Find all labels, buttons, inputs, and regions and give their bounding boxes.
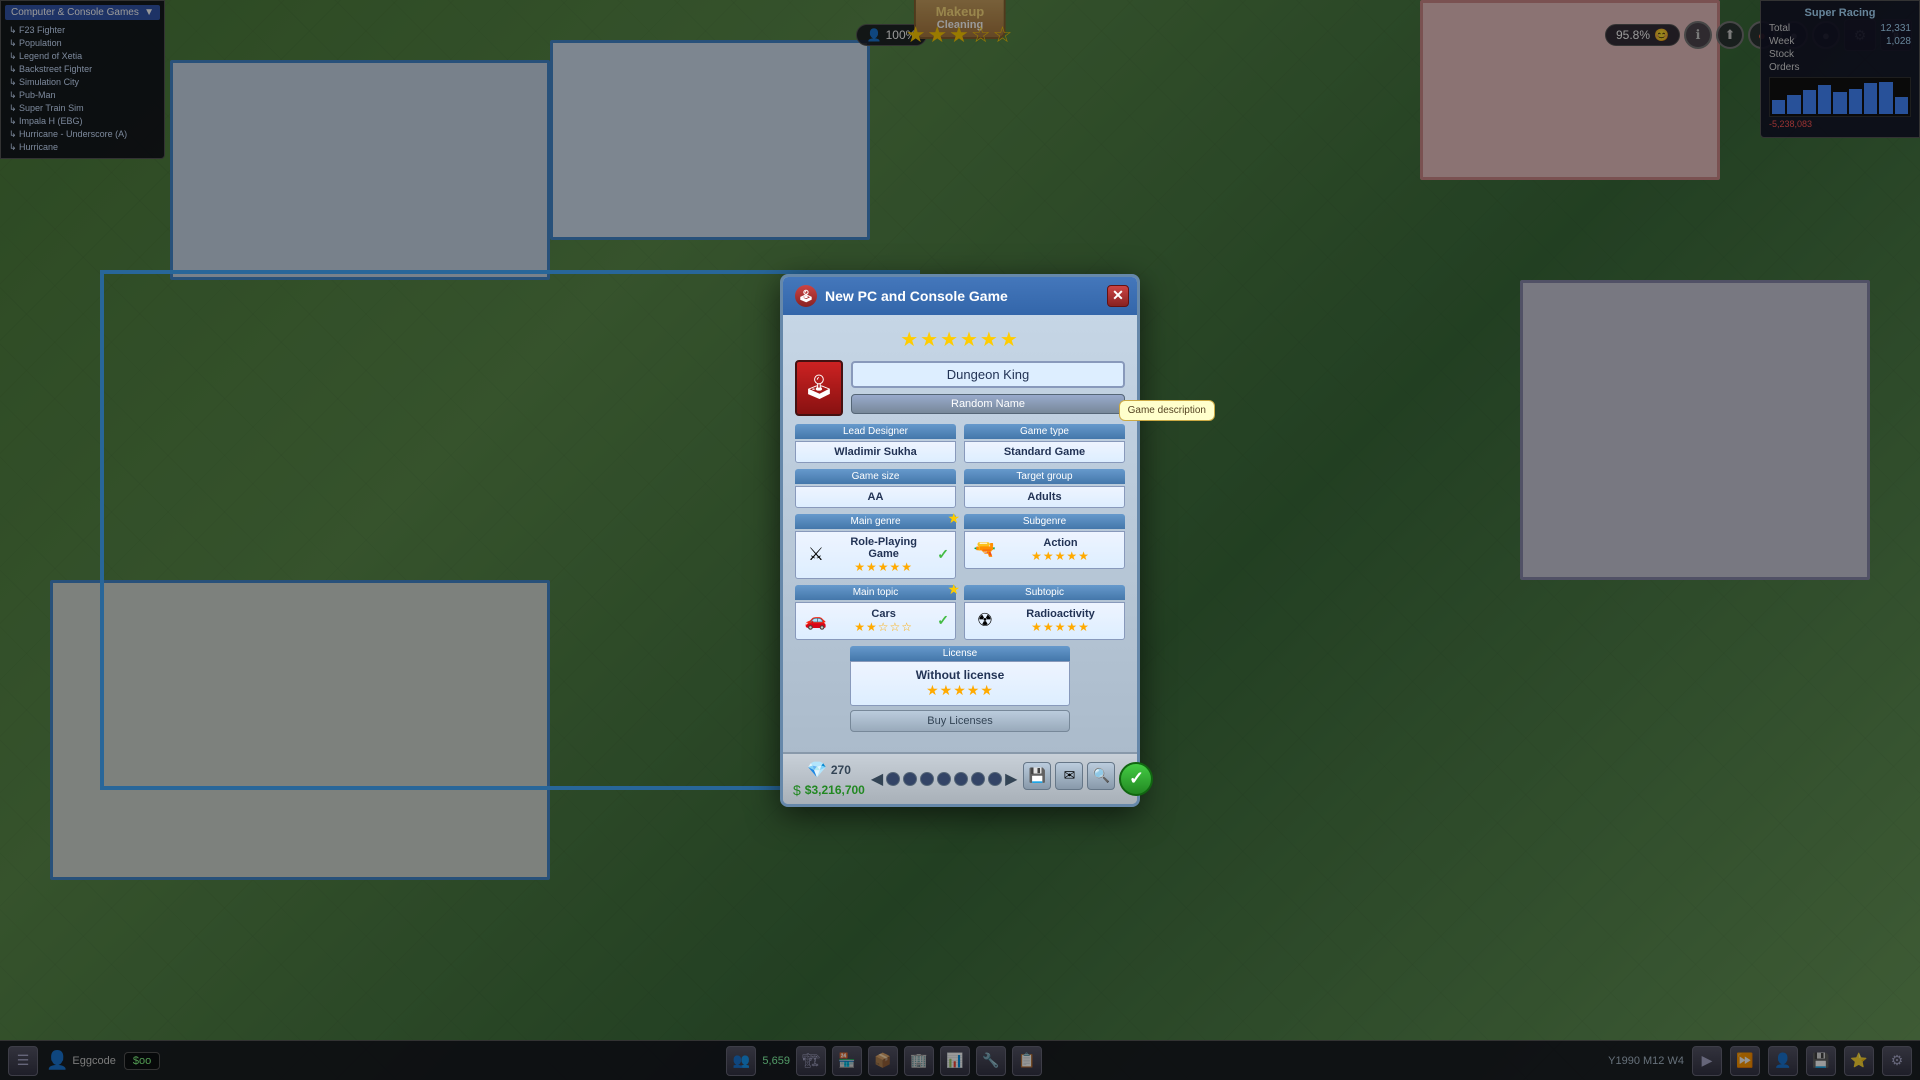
main-topic-label: Main topic ★ bbox=[795, 585, 956, 600]
main-topic-field: Main topic ★ 🚗 Cars ★★☆☆☆ ✓ bbox=[795, 585, 956, 640]
step-dot-5[interactable] bbox=[954, 772, 968, 786]
subgenre-label: Subgenre bbox=[964, 514, 1125, 529]
game-size-value[interactable]: AA bbox=[795, 486, 956, 508]
modal-header-icon: 🕹 bbox=[795, 285, 817, 307]
lead-designer-value[interactable]: Wladimir Sukha bbox=[795, 441, 956, 463]
topic-star-icon: ★ bbox=[947, 581, 960, 598]
target-group-field: Target group Adults bbox=[964, 469, 1125, 508]
subtopic-label: Subtopic bbox=[964, 585, 1125, 600]
name-column: Random Name bbox=[851, 361, 1125, 414]
cars-icon: 🚗 bbox=[802, 607, 830, 635]
topic-text: Cars ★★☆☆☆ bbox=[834, 608, 933, 634]
footer-stats: 💎 270 $ $3,216,700 bbox=[793, 760, 865, 798]
game-type-label: Game type bbox=[964, 424, 1125, 439]
genre-text: Role-Playing Game ★★★★★ bbox=[834, 536, 933, 574]
main-genre-field: Main genre ★ ⚔ Role-Playing Game ★★★★★ ✓ bbox=[795, 514, 956, 579]
points-icon: 💎 bbox=[807, 760, 827, 780]
mail-action-btn[interactable]: ✉ bbox=[1055, 762, 1083, 790]
rpg-icon: ⚔ bbox=[802, 541, 830, 569]
confirm-button[interactable]: ✓ bbox=[1119, 762, 1153, 796]
subtopic-value[interactable]: ☢ Radioactivity ★★★★★ bbox=[964, 602, 1125, 640]
lead-designer-field: Lead Designer Wladimir Sukha bbox=[795, 424, 956, 463]
subgenre-value[interactable]: 🔫 Action ★★★★★ bbox=[964, 531, 1125, 569]
subgenre-field: Subgenre 🔫 Action ★★★★★ bbox=[964, 514, 1125, 579]
lead-designer-label: Lead Designer bbox=[795, 424, 956, 439]
size-target-row: Game size AA Target group Adults bbox=[795, 469, 1125, 508]
radioactivity-icon: ☢ bbox=[971, 607, 999, 635]
nav-prev-arrow[interactable]: ◀ bbox=[871, 769, 883, 789]
random-name-button[interactable]: Random Name bbox=[851, 394, 1125, 414]
name-row: 🕹 Random Name Game description bbox=[795, 360, 1125, 416]
subtopic-field: Subtopic ☢ Radioactivity ★★★★★ bbox=[964, 585, 1125, 640]
main-genre-label: Main genre ★ bbox=[795, 514, 956, 529]
game-size-label: Game size bbox=[795, 469, 956, 484]
save-action-btn[interactable]: 💾 bbox=[1023, 762, 1051, 790]
step-dot-6[interactable] bbox=[971, 772, 985, 786]
modal-footer: 💎 270 $ $3,216,700 ◀ ▶ bbox=[783, 752, 1137, 804]
modal-stars: ★★★★★★ bbox=[795, 327, 1125, 352]
buy-licenses-button[interactable]: Buy Licenses bbox=[850, 710, 1070, 732]
license-section: License Without license ★★★★★ Buy Licens… bbox=[795, 646, 1125, 740]
main-topic-value[interactable]: 🚗 Cars ★★☆☆☆ ✓ bbox=[795, 602, 956, 640]
money-icon: $ bbox=[793, 782, 801, 798]
genre-check-icon: ✓ bbox=[937, 546, 949, 563]
step-dot-7[interactable] bbox=[988, 772, 1002, 786]
modal-title: New PC and Console Game bbox=[825, 288, 1008, 304]
target-group-value[interactable]: Adults bbox=[964, 486, 1125, 508]
main-genre-value[interactable]: ⚔ Role-Playing Game ★★★★★ ✓ bbox=[795, 531, 956, 579]
subtopic-text: Radioactivity ★★★★★ bbox=[1003, 608, 1118, 634]
modal-close-button[interactable]: ✕ bbox=[1107, 285, 1129, 307]
step-dot-4[interactable] bbox=[937, 772, 951, 786]
game-name-input[interactable] bbox=[851, 361, 1125, 388]
genre-star-icon: ★ bbox=[947, 510, 960, 527]
modal-body: ★★★★★★ 🕹 Random Name Game description Le… bbox=[783, 315, 1137, 752]
target-group-label: Target group bbox=[964, 469, 1125, 484]
action-icon: 🔫 bbox=[971, 536, 999, 564]
designer-gametype-row: Lead Designer Wladimir Sukha Game type S… bbox=[795, 424, 1125, 463]
step-dot-1[interactable] bbox=[886, 772, 900, 786]
footer-actions: 💾 ✉ 🔍 ✓ bbox=[1023, 762, 1153, 796]
game-description-tooltip: Game description bbox=[1119, 400, 1215, 421]
points-value: 270 bbox=[831, 763, 851, 777]
footer-navigation: ◀ ▶ bbox=[871, 769, 1018, 789]
new-game-modal: 🕹 New PC and Console Game ✕ ★★★★★★ 🕹 Ran… bbox=[780, 274, 1140, 807]
subgenre-text: Action ★★★★★ bbox=[1003, 537, 1118, 563]
game-size-field: Game size AA bbox=[795, 469, 956, 508]
game-type-field: Game type Standard Game bbox=[964, 424, 1125, 463]
step-dot-2[interactable] bbox=[903, 772, 917, 786]
step-dot-3[interactable] bbox=[920, 772, 934, 786]
topic-check-icon: ✓ bbox=[937, 612, 949, 629]
search-action-btn[interactable]: 🔍 bbox=[1087, 762, 1115, 790]
game-type-value[interactable]: Standard Game bbox=[964, 441, 1125, 463]
modal-overlay: 🕹 New PC and Console Game ✕ ★★★★★★ 🕹 Ran… bbox=[0, 0, 1920, 1080]
game-icon: 🕹 bbox=[795, 360, 843, 416]
nav-next-arrow[interactable]: ▶ bbox=[1005, 769, 1017, 789]
genre-subgenre-row: Main genre ★ ⚔ Role-Playing Game ★★★★★ ✓ bbox=[795, 514, 1125, 579]
modal-header: 🕹 New PC and Console Game ✕ bbox=[783, 277, 1137, 315]
topic-subtopic-row: Main topic ★ 🚗 Cars ★★☆☆☆ ✓ Subtopi bbox=[795, 585, 1125, 640]
license-value[interactable]: Without license ★★★★★ bbox=[850, 661, 1070, 706]
license-label: License bbox=[850, 646, 1070, 661]
footer-money-value: $3,216,700 bbox=[805, 783, 865, 797]
